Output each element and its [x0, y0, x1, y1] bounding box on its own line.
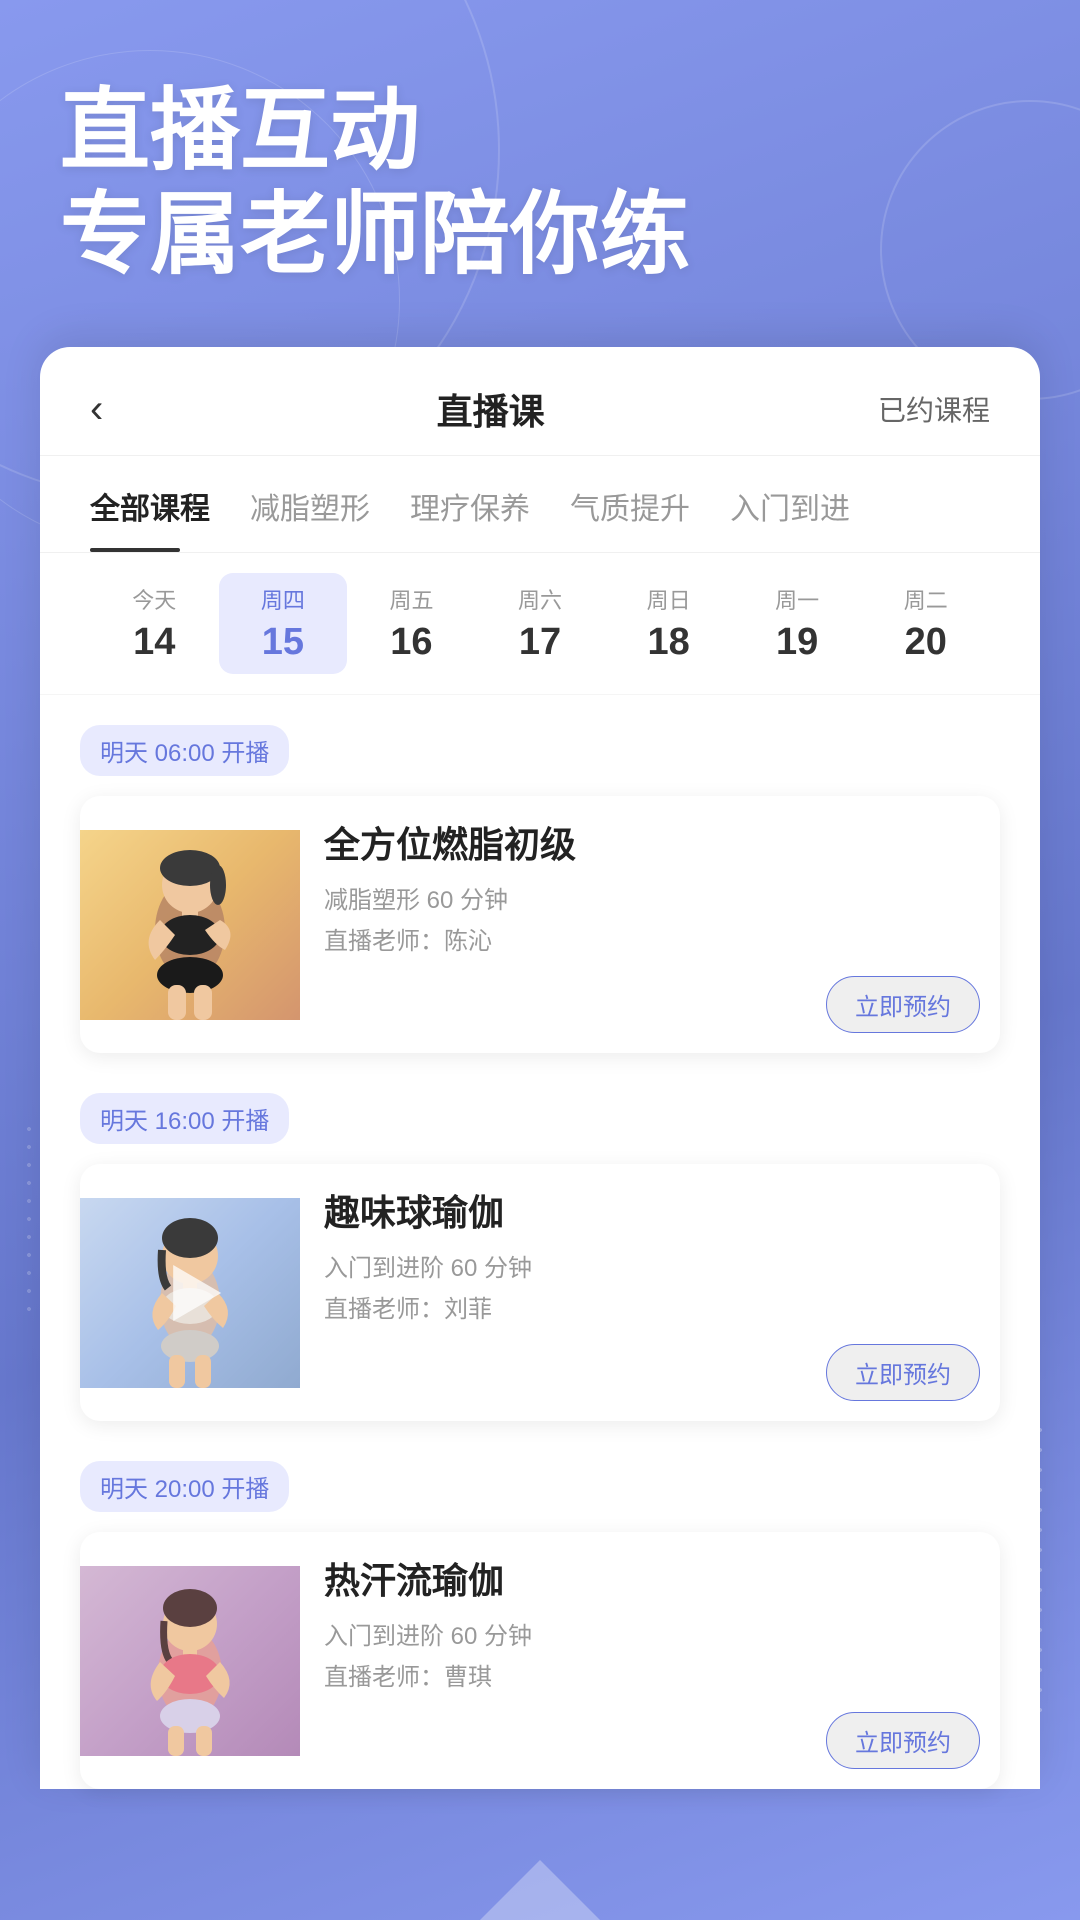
course-category-2: 入门到进阶 60 分钟 [324, 1248, 980, 1283]
course-info-2: 趣味球瑜伽 入门到进阶 60 分钟 直播老师：刘菲 立即预约 [300, 1164, 1000, 1421]
session-time-3: 明天 20:00 开播 [80, 1461, 289, 1512]
category-tabs: 全部课程 减脂塑形 理疗保养 气质提升 入门到进 [40, 456, 1040, 553]
date-mon[interactable]: 周一 19 [733, 573, 862, 674]
course-teacher-3: 直播老师：曹琪 [324, 1657, 980, 1692]
session-time-1: 明天 06:00 开播 [80, 725, 289, 776]
course-card-2: 趣味球瑜伽 入门到进阶 60 分钟 直播老师：刘菲 立即预约 [80, 1164, 1000, 1421]
card-header: ‹ 直播课 已约课程 [40, 347, 1040, 456]
tab-all-courses[interactable]: 全部课程 [90, 456, 240, 552]
course-name-1: 全方位燃脂初级 [324, 816, 980, 868]
course-category-1: 减脂塑形 60 分钟 [324, 880, 980, 915]
course-thumb-3 [80, 1566, 300, 1756]
book-button-3[interactable]: 立即预约 [826, 1712, 980, 1769]
hero-line1: 直播互动 [60, 80, 1020, 184]
hero-section: 直播互动 专属老师陪你练 [0, 0, 1080, 347]
date-fri[interactable]: 周五 16 [347, 573, 476, 674]
course-list: 明天 06:00 开播 [40, 695, 1040, 1789]
course-name-3: 热汗流瑜伽 [324, 1552, 980, 1604]
tab-slim-shape[interactable]: 减脂塑形 [250, 456, 400, 552]
tab-therapy[interactable]: 理疗保养 [410, 456, 560, 552]
app-card: ‹ 直播课 已约课程 全部课程 减脂塑形 理疗保养 气质提升 入门到进 今天 1… [40, 347, 1040, 1789]
date-sun[interactable]: 周日 18 [604, 573, 733, 674]
course-info-3: 热汗流瑜伽 入门到进阶 60 分钟 直播老师：曹琪 立即预约 [300, 1532, 1000, 1789]
date-thu[interactable]: 周四 15 [219, 573, 348, 674]
back-button[interactable]: ‹ [90, 389, 103, 429]
date-picker: 今天 14 周四 15 周五 16 周六 17 周日 18 周一 19 周二 2… [40, 553, 1040, 695]
course-card-3: 热汗流瑜伽 入门到进阶 60 分钟 直播老师：曹琪 立即预约 [80, 1532, 1000, 1789]
instructor-figure-1 [80, 830, 300, 1020]
date-sat[interactable]: 周六 17 [476, 573, 605, 674]
course-teacher-2: 直播老师：刘菲 [324, 1289, 980, 1324]
tab-intro[interactable]: 入门到进 [730, 456, 880, 552]
hero-line2: 专属老师陪你练 [60, 184, 1020, 288]
course-thumb-1 [80, 830, 300, 1020]
course-name-2: 趣味球瑜伽 [324, 1184, 980, 1236]
bottom-triangle [480, 1860, 600, 1920]
book-button-2[interactable]: 立即预约 [826, 1344, 980, 1401]
session-time-2: 明天 16:00 开播 [80, 1093, 289, 1144]
booked-courses-link[interactable]: 已约课程 [878, 389, 990, 429]
play-icon-2 [173, 1265, 221, 1321]
course-card-1: 全方位燃脂初级 减脂塑形 60 分钟 直播老师：陈沁 立即预约 [80, 796, 1000, 1053]
instructor-figure-3 [80, 1566, 300, 1756]
tab-style[interactable]: 气质提升 [570, 456, 720, 552]
course-info-1: 全方位燃脂初级 减脂塑形 60 分钟 直播老师：陈沁 立即预约 [300, 796, 1000, 1053]
course-teacher-1: 直播老师：陈沁 [324, 921, 980, 956]
date-tue[interactable]: 周二 20 [861, 573, 990, 674]
book-button-1[interactable]: 立即预约 [826, 976, 980, 1033]
date-today[interactable]: 今天 14 [90, 573, 219, 674]
course-category-3: 入门到进阶 60 分钟 [324, 1616, 980, 1651]
course-thumb-2 [80, 1198, 300, 1388]
page-title: 直播课 [437, 383, 545, 435]
